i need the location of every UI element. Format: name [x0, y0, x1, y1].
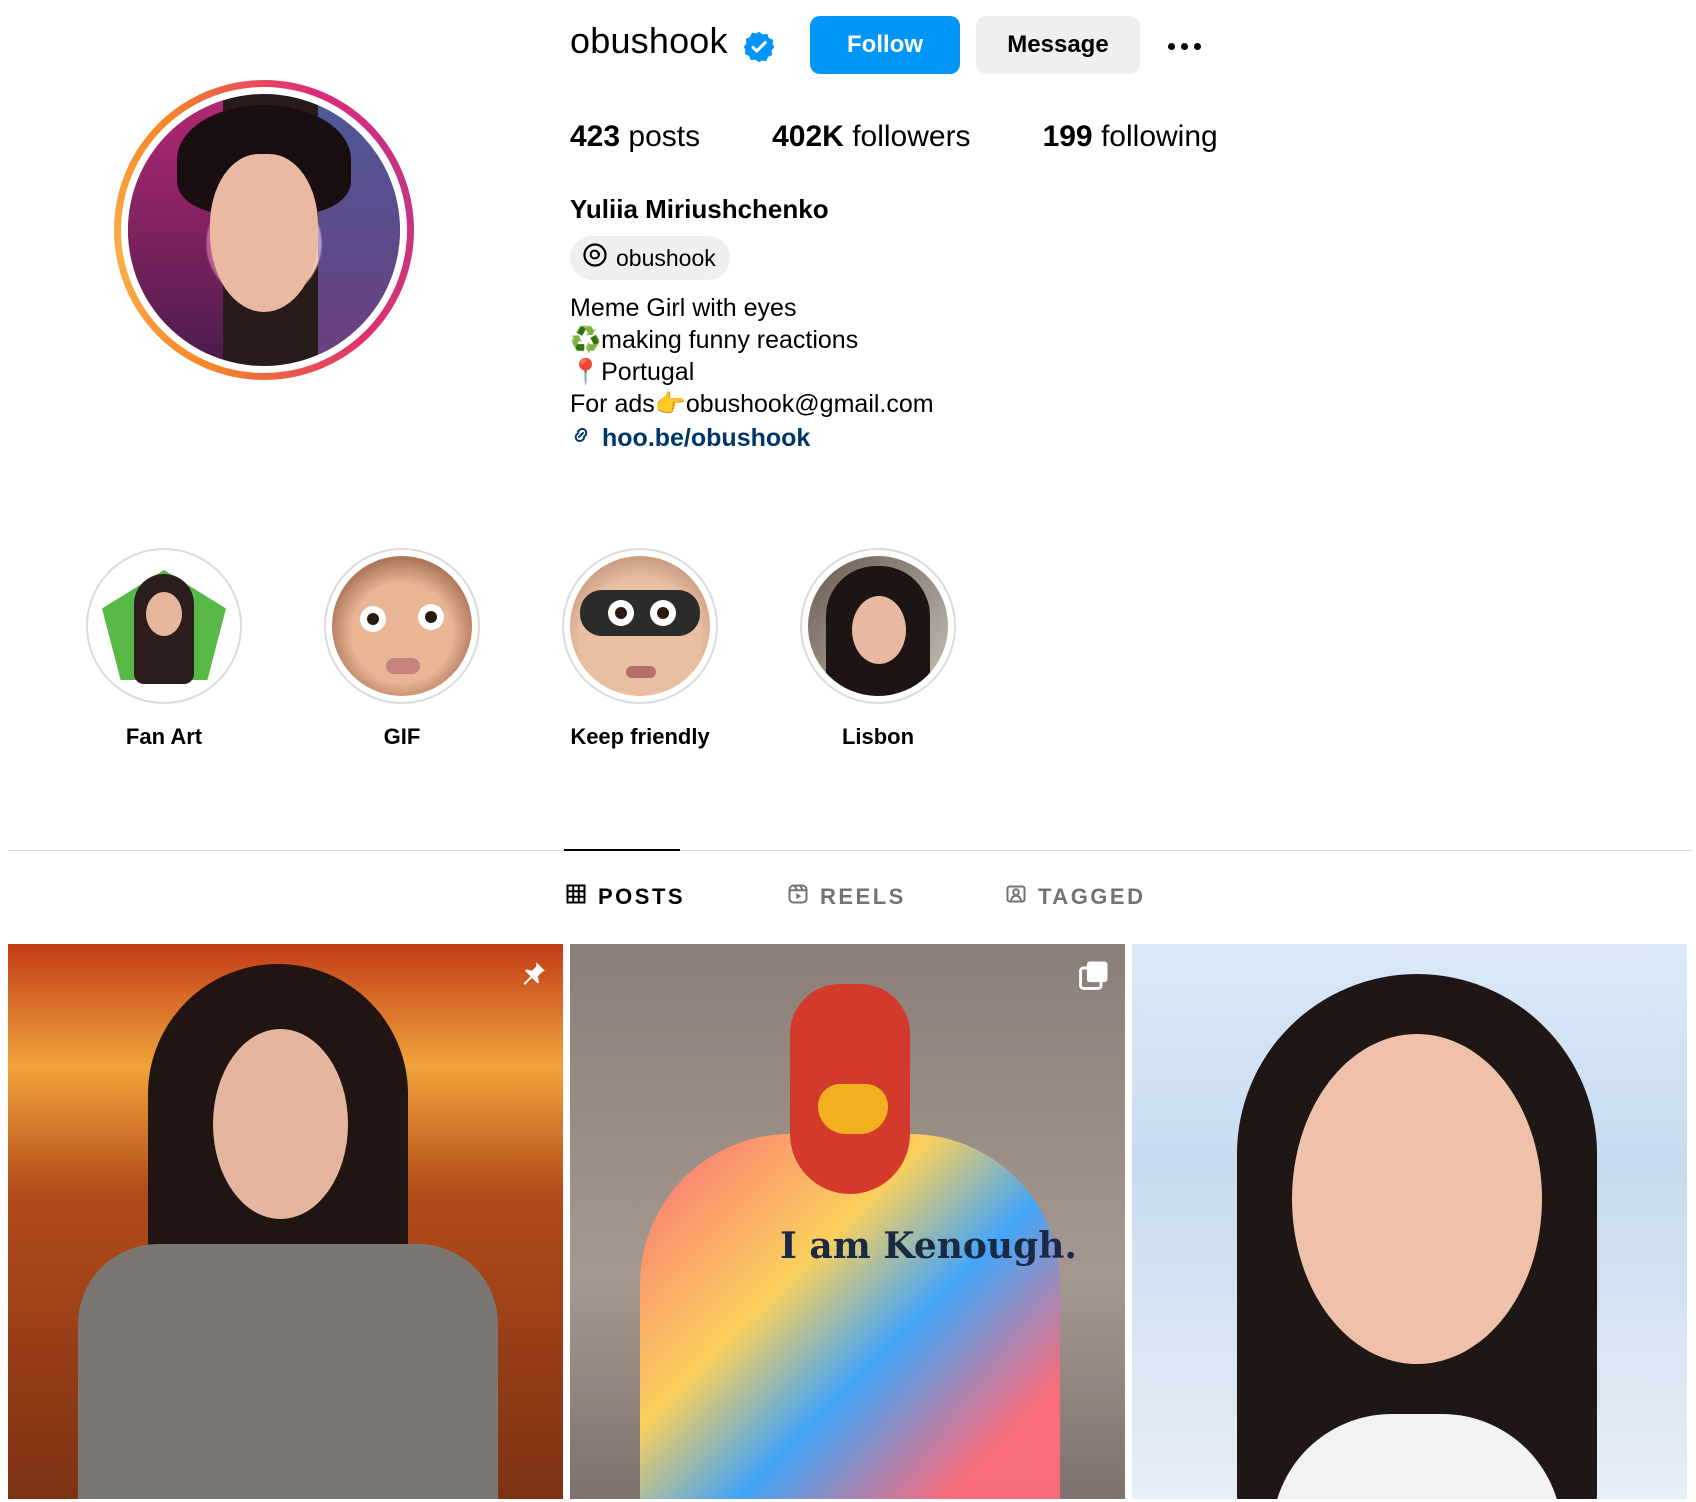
highlight-cover	[332, 556, 472, 696]
highlight-mouth	[626, 666, 656, 678]
highlight-eye-mask	[580, 590, 700, 636]
threads-handle: obushook	[616, 244, 716, 271]
profile-stats: 423 posts 402K followers 199 following	[570, 120, 1218, 154]
followers-label: followers	[852, 120, 971, 153]
more-options-dot	[1193, 42, 1201, 50]
posts-stat: 423 posts	[570, 120, 700, 154]
following-stat[interactable]: 199 following	[1043, 120, 1218, 154]
highlight-ring	[562, 548, 718, 704]
highlight-face	[852, 596, 906, 664]
message-button[interactable]: Message	[976, 16, 1140, 74]
post-tile[interactable]	[8, 944, 563, 1499]
profile-bio: Meme Girl with eyes ♻️making funny react…	[570, 292, 934, 420]
more-options-dot	[1167, 42, 1175, 50]
post-figure-body	[78, 1244, 498, 1499]
post-figure-face	[1292, 1034, 1542, 1364]
tab-tagged[interactable]: TAGGED	[1006, 884, 1145, 910]
post-figure-face	[213, 1029, 348, 1219]
tab-label: REELS	[820, 884, 906, 909]
following-count: 199	[1042, 120, 1093, 153]
link-icon	[570, 424, 592, 453]
tab-label: POSTS	[598, 884, 686, 909]
tagged-icon	[1006, 884, 1026, 910]
bio-line: ♻️making funny reactions	[570, 326, 859, 354]
profile-avatar-ring[interactable]	[114, 80, 414, 380]
followers-stat[interactable]: 402K followers	[772, 120, 970, 154]
more-options-dot	[1180, 42, 1188, 50]
highlight-face	[146, 592, 182, 636]
avatar-face	[209, 153, 319, 312]
highlight-label: Keep friendly	[570, 724, 710, 749]
more-options-icon[interactable]	[1162, 24, 1206, 68]
pin-icon	[515, 958, 549, 997]
link-text: hoo.be/obushook	[602, 424, 811, 452]
follow-button[interactable]: Follow	[810, 16, 960, 74]
bio-line: Meme Girl with eyes	[570, 294, 797, 322]
highlight-ring	[800, 548, 956, 704]
bio-line: 📍Portugal	[570, 358, 695, 386]
highlight-label: Lisbon	[841, 724, 915, 749]
threads-handle-chip[interactable]: obushook	[570, 236, 730, 280]
reels-icon	[788, 884, 808, 910]
post-caption-text: I am Kenough.	[780, 1225, 1077, 1267]
highlight-lisbon[interactable]: Lisbon	[798, 548, 958, 750]
highlight-eye	[418, 604, 444, 630]
tab-reels[interactable]: REELS	[788, 884, 906, 910]
highlight-fan-art[interactable]: Fan Art	[84, 548, 244, 750]
post-tile[interactable]	[1132, 944, 1687, 1499]
bio-line: For ads👉obushook@gmail.com	[570, 390, 934, 418]
tab-label: TAGGED	[1038, 884, 1146, 909]
grid-icon	[566, 884, 586, 910]
following-label: following	[1100, 120, 1218, 153]
posts-count: 423	[570, 120, 621, 153]
highlight-label: Fan Art	[125, 724, 203, 749]
highlight-ring	[86, 548, 242, 704]
tabs-divider	[8, 850, 1692, 851]
followers-count: 402K	[772, 120, 844, 153]
post-rooster-beak	[818, 1084, 888, 1134]
highlight-eye	[650, 600, 676, 626]
highlight-eye	[360, 606, 386, 632]
highlight-cover	[94, 556, 234, 696]
tab-posts[interactable]: POSTS	[566, 884, 685, 910]
highlight-keep-friendly[interactable]: Keep friendly	[560, 548, 720, 750]
post-tile[interactable]: I am Kenough.	[570, 944, 1125, 1499]
carousel-icon	[1077, 958, 1111, 997]
profile-avatar	[128, 94, 400, 366]
posts-label: posts	[628, 120, 701, 153]
highlight-ring	[324, 548, 480, 704]
highlight-label: GIF	[383, 724, 421, 749]
verified-badge-icon	[742, 30, 776, 64]
active-tab-indicator	[564, 849, 680, 851]
profile-link[interactable]: hoo.be/obushook	[570, 424, 810, 453]
highlight-cover	[570, 556, 710, 696]
highlight-gif[interactable]: GIF	[322, 548, 482, 750]
profile-full-name: Yuliia Miriushchenko	[570, 194, 829, 224]
highlight-cover	[808, 556, 948, 696]
highlight-eye	[608, 600, 634, 626]
threads-icon	[582, 242, 608, 274]
highlight-mouth	[386, 658, 420, 674]
profile-username: obushook	[570, 20, 728, 61]
